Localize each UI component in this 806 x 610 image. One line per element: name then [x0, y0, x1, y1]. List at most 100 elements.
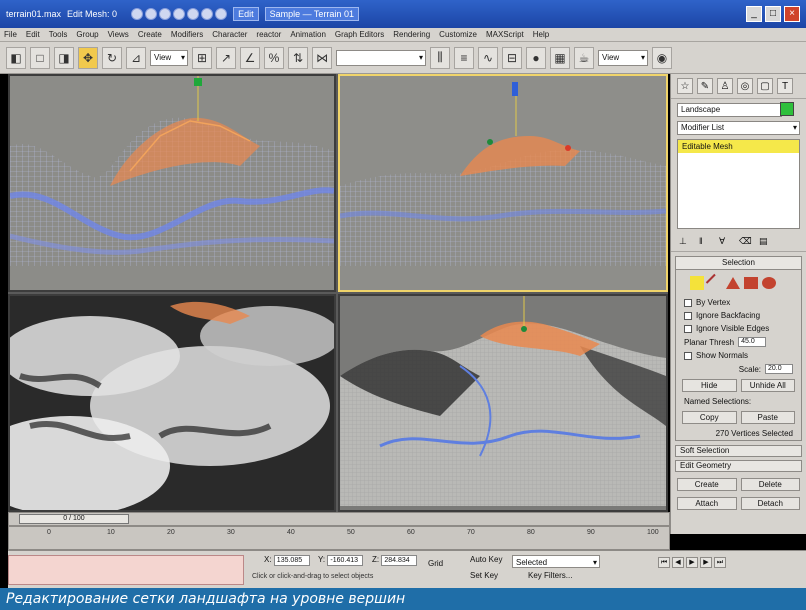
quick-icon[interactable] [159, 8, 172, 20]
menu-modifiers[interactable]: Modifiers [171, 30, 203, 39]
viewport-perspective[interactable] [338, 294, 668, 512]
utilities-tab-icon[interactable]: T [777, 78, 793, 94]
edit-geometry-rollout[interactable]: Edit Geometry [675, 460, 802, 472]
quick-icon[interactable] [173, 8, 186, 20]
configure-sets-icon[interactable]: ▤ [759, 236, 773, 248]
named-selection-set[interactable] [336, 49, 426, 66]
copy-button[interactable]: Copy [682, 411, 737, 424]
snap-icon[interactable]: ↗ [216, 46, 236, 69]
menu-maxscript[interactable]: MAXScript [486, 30, 524, 39]
viewport-perspective-shaded[interactable] [8, 294, 336, 512]
menu-help[interactable]: Help [533, 30, 549, 39]
viewport-left[interactable] [338, 74, 668, 292]
taskbar-item[interactable]: Edit [233, 7, 259, 21]
by-vertex-checkbox[interactable] [684, 298, 692, 307]
face-icon[interactable] [726, 277, 740, 289]
modify-tab-icon[interactable]: ✎ [697, 78, 713, 94]
vertex-icon[interactable] [690, 276, 704, 290]
show-normals-row[interactable]: Show Normals [676, 349, 801, 362]
unhide-all-button[interactable]: Unhide All [740, 379, 795, 392]
x-field[interactable]: 135.085 [273, 555, 310, 566]
menu-file[interactable]: File [4, 30, 17, 39]
delete-button[interactable]: Delete [740, 478, 800, 491]
remove-modifier-icon[interactable]: ⌫ [739, 236, 753, 248]
menu-graph-editors[interactable]: Graph Editors [335, 30, 384, 39]
stack-item-editable-mesh[interactable]: Editable Mesh [678, 140, 799, 153]
ignore-visible-edges-row[interactable]: Ignore Visible Edges [676, 322, 801, 335]
ignore-visible-edges-checkbox[interactable] [684, 324, 692, 333]
set-key-button[interactable]: Set Key [470, 571, 498, 580]
maximize-icon[interactable]: □ [765, 6, 781, 22]
go-to-start-icon[interactable]: ⏮ [658, 557, 670, 568]
auto-key-button[interactable]: Auto Key [470, 555, 502, 564]
layer-icon[interactable]: ≡ [454, 46, 474, 69]
reference-coord-select[interactable]: View [150, 49, 188, 66]
menu-views[interactable]: Views [108, 30, 129, 39]
render-icon[interactable]: ☕ [574, 46, 594, 69]
rotate-icon[interactable]: ↻ [102, 46, 122, 69]
menu-animation[interactable]: Animation [290, 30, 326, 39]
y-field[interactable]: -160.413 [327, 555, 364, 566]
quick-icon[interactable] [187, 8, 200, 20]
soft-selection-rollout[interactable]: Soft Selection [675, 445, 802, 457]
scale-spinner[interactable]: 20.0 [765, 364, 793, 374]
detach-button[interactable]: Detach [740, 497, 800, 510]
move-icon[interactable]: ✥ [78, 46, 98, 69]
menu-create[interactable]: Create [138, 30, 162, 39]
align-icon[interactable]: ⫼ [430, 46, 450, 69]
quick-render-icon[interactable]: ◉ [652, 46, 672, 69]
track-bar[interactable]: 0 10 20 30 40 50 60 70 80 90 100 [8, 526, 670, 550]
scale-icon[interactable]: ⊿ [126, 46, 146, 69]
show-normals-checkbox[interactable] [684, 351, 692, 360]
viewport-front[interactable] [8, 74, 336, 292]
object-color-swatch[interactable] [780, 102, 794, 116]
go-to-end-icon[interactable]: ⏭ [714, 557, 726, 568]
motion-tab-icon[interactable]: ◎ [737, 78, 753, 94]
quick-icon[interactable] [145, 8, 158, 20]
key-mode-select[interactable]: Selected [512, 555, 600, 570]
pin-stack-icon[interactable]: ⊥ [679, 236, 693, 248]
ignore-backfacing-checkbox[interactable] [684, 311, 692, 320]
menu-tools[interactable]: Tools [49, 30, 68, 39]
undo-icon[interactable]: ◧ [6, 46, 26, 69]
material-editor-icon[interactable]: ● [526, 46, 546, 69]
time-slider[interactable]: 0 / 100 [19, 514, 129, 524]
quick-icon[interactable] [201, 8, 214, 20]
select-object-icon[interactable]: □ [30, 46, 50, 69]
menu-character[interactable]: Character [212, 30, 247, 39]
quick-icon[interactable] [215, 8, 228, 20]
spinner-snap-icon[interactable]: ⇅ [288, 46, 308, 69]
create-button[interactable]: Create [677, 478, 737, 491]
selection-rollout-title[interactable]: Selection [676, 257, 801, 270]
schematic-icon[interactable]: ⊟ [502, 46, 522, 69]
create-tab-icon[interactable]: ☆ [677, 78, 693, 94]
planar-thresh-spinner[interactable]: 45.0 [738, 337, 767, 347]
menu-edit[interactable]: Edit [26, 30, 40, 39]
edge-icon[interactable] [705, 273, 725, 293]
mirror-icon[interactable]: ⋈ [312, 46, 332, 69]
menu-rendering[interactable]: Rendering [393, 30, 430, 39]
quick-icon[interactable] [131, 8, 144, 20]
display-tab-icon[interactable]: ▢ [757, 78, 773, 94]
select-by-name-icon[interactable]: ◨ [54, 46, 74, 69]
paste-button[interactable]: Paste [740, 411, 795, 424]
menu-customize[interactable]: Customize [439, 30, 477, 39]
angle-snap-icon[interactable]: ∠ [240, 46, 260, 69]
minimize-icon[interactable]: _ [746, 6, 762, 22]
make-unique-icon[interactable]: ∀ [719, 236, 733, 248]
polygon-icon[interactable] [744, 277, 758, 289]
percent-snap-icon[interactable]: % [264, 46, 284, 69]
hide-button[interactable]: Hide [682, 379, 737, 392]
render-type-select[interactable]: View [598, 49, 648, 66]
close-icon[interactable]: × [784, 6, 800, 22]
menu-group[interactable]: Group [76, 30, 98, 39]
attach-button[interactable]: Attach [677, 497, 737, 510]
pivot-icon[interactable]: ⊞ [192, 46, 212, 69]
render-setup-icon[interactable]: ▦ [550, 46, 570, 69]
curve-editor-icon[interactable]: ∿ [478, 46, 498, 69]
by-vertex-row[interactable]: By Vertex [676, 296, 801, 309]
show-end-result-icon[interactable]: ‖ [699, 236, 713, 248]
next-frame-icon[interactable]: ▶ [700, 557, 712, 568]
maxscript-listener[interactable] [8, 555, 244, 585]
element-icon[interactable] [762, 277, 776, 289]
